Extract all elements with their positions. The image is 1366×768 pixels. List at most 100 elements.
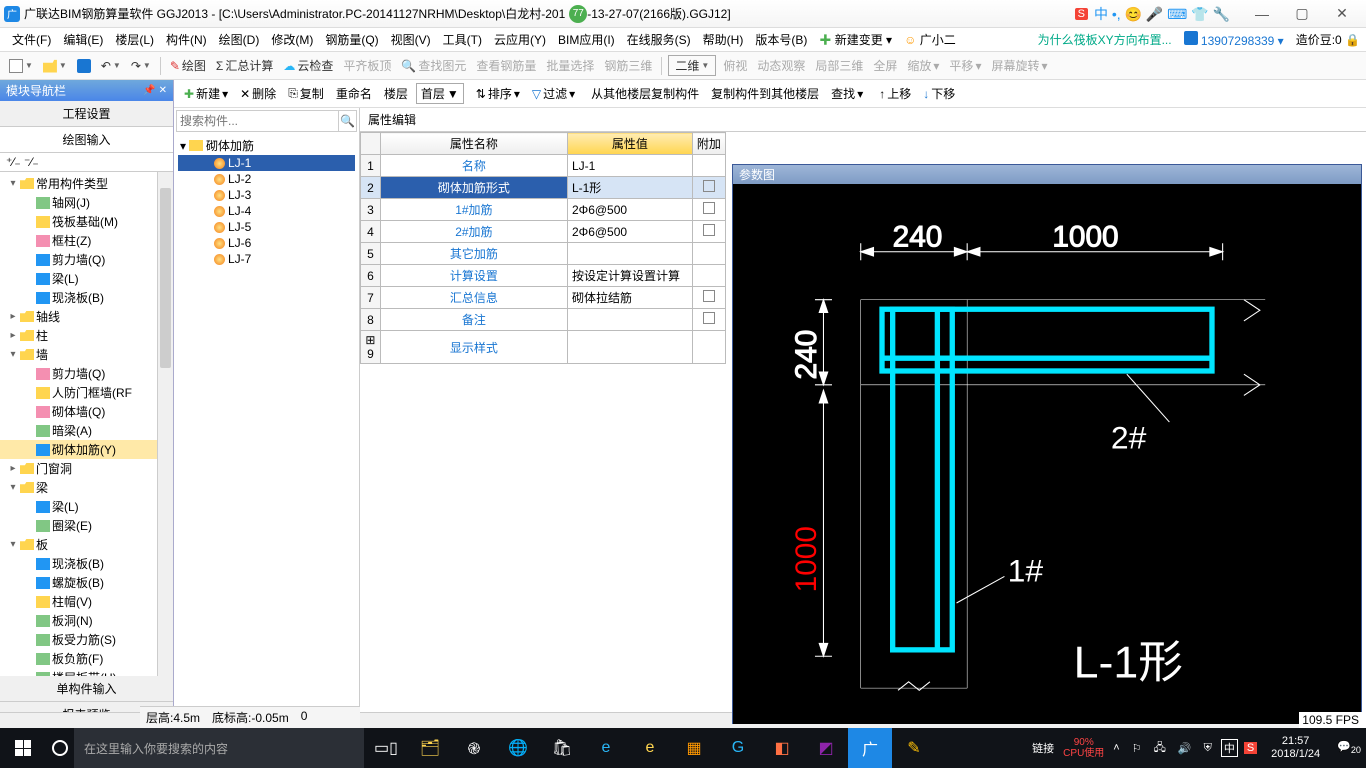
tree-node[interactable]: 板受力筋(S)	[0, 630, 173, 649]
prop-row[interactable]: 7汇总信息砌体拉结筋	[361, 287, 726, 309]
menu-item[interactable]: 视图(V)	[385, 30, 437, 50]
tree-node[interactable]: 楼层板带(H)	[0, 668, 173, 676]
list-item[interactable]: LJ-2	[178, 171, 355, 187]
tree-node[interactable]: 剪力墙(Q)	[0, 364, 173, 383]
menu-item[interactable]: BIM应用(I)	[552, 30, 621, 50]
tb-rotate[interactable]: 屏幕旋转 ▾	[988, 55, 1050, 76]
tab-draw-input[interactable]: 绘图输入	[0, 127, 173, 153]
tree-node[interactable]: ▸ 柱	[0, 326, 173, 345]
tb-pan[interactable]: 平移 ▾	[946, 55, 984, 76]
list-root[interactable]: ▾ 砌体加筋	[178, 136, 355, 155]
app6-icon[interactable]: ✎	[892, 728, 936, 768]
cpu-meter[interactable]: 90%CPU使用	[1063, 737, 1104, 759]
tree-node[interactable]: ▸ 轴线	[0, 307, 173, 326]
tree-node[interactable]: ▾ 板	[0, 535, 173, 554]
nav-tree[interactable]: ▾ 常用构件类型 轴网(J) 筏板基础(M) 框柱(Z) 剪力墙(Q) 梁(L)…	[0, 172, 173, 676]
menu-item[interactable]: 修改(M)	[265, 30, 319, 50]
tb-dynamic[interactable]: 动态观察	[754, 55, 808, 76]
prop-row[interactable]: 5其它加筋	[361, 243, 726, 265]
pin-icon[interactable]: 📌 ✕	[143, 85, 167, 96]
list-item[interactable]: LJ-1	[178, 155, 355, 171]
tb-viewsteel[interactable]: 查看钢筋量	[473, 55, 539, 76]
tray-flag-icon[interactable]: ⚐	[1129, 742, 1145, 755]
menu-item[interactable]: 钢筋量(Q)	[319, 30, 384, 50]
tree-node[interactable]: 人防门框墙(RF	[0, 383, 173, 402]
menu-item[interactable]: 版本号(B)	[749, 30, 813, 50]
tray-up-icon[interactable]: ˄	[1110, 742, 1122, 754]
list-item[interactable]: LJ-3	[178, 187, 355, 203]
prop-row[interactable]: ⊞ 9显示样式	[361, 331, 726, 364]
tree-node[interactable]: 螺旋板(B)	[0, 573, 173, 592]
app4-icon[interactable]: ◩	[804, 728, 848, 768]
account-phone[interactable]: 13907298339 ▾	[1184, 31, 1284, 48]
tray-sogou-icon[interactable]: S	[1244, 742, 1257, 754]
tb-local3d[interactable]: 局部三维	[812, 55, 866, 76]
app5-icon[interactable]: 广	[848, 728, 892, 768]
app1-icon[interactable]: ▦	[672, 728, 716, 768]
tree-node[interactable]: ▾ 梁	[0, 478, 173, 497]
tray-vol-icon[interactable]: 🔊	[1175, 742, 1195, 755]
tb-save[interactable]	[74, 57, 94, 75]
tree-node[interactable]: ▾ 墙	[0, 345, 173, 364]
tab-single-input[interactable]: 单构件输入	[0, 676, 173, 702]
minimize-button[interactable]: —	[1242, 3, 1282, 25]
diagram-canvas[interactable]: 240 1000 240 1000	[733, 184, 1361, 724]
tree-node[interactable]: 剪力墙(Q)	[0, 250, 173, 269]
ie-icon[interactable]: e	[628, 728, 672, 768]
tray-notif[interactable]: 💬20	[1334, 740, 1364, 755]
tree-node[interactable]: 现浇板(B)	[0, 288, 173, 307]
store-icon[interactable]: 🛍	[540, 728, 584, 768]
close-button[interactable]: ✕	[1322, 3, 1362, 25]
tb-open[interactable]: ▼	[40, 57, 70, 75]
tree-node[interactable]: ▾ 常用构件类型	[0, 174, 173, 193]
property-table[interactable]: 属性名称 属性值 附加 1名称LJ-12砌体加筋形式L-1形31#加筋2Φ6@5…	[360, 132, 726, 364]
explorer-icon[interactable]: 🗂	[408, 728, 452, 768]
menu-item[interactable]: 构件(N)	[160, 30, 213, 50]
tb-undo[interactable]: ↶▼	[98, 57, 124, 75]
app2-icon[interactable]: G	[716, 728, 760, 768]
tray-ime[interactable]: 中	[1221, 739, 1238, 757]
list-item[interactable]: LJ-5	[178, 219, 355, 235]
tb-zoom[interactable]: 缩放 ▾	[904, 55, 942, 76]
browser-icon[interactable]: 🌐	[496, 728, 540, 768]
tb-new[interactable]: ▼	[6, 57, 36, 75]
tree-scrollbar[interactable]	[157, 172, 173, 676]
tb-redo[interactable]: ↷▼	[128, 57, 154, 75]
menu-item[interactable]: 楼层(L)	[109, 30, 160, 50]
search-input[interactable]	[177, 111, 338, 131]
menu-user[interactable]: ☺ 广小二	[898, 28, 962, 51]
collapse-icon[interactable]: ⁻⁄₋	[24, 155, 39, 169]
menu-item[interactable]: 工具(T)	[437, 30, 488, 50]
tree-node[interactable]: 暗梁(A)	[0, 421, 173, 440]
tray-clock[interactable]: 21:572018/1/24	[1263, 735, 1328, 761]
tb-cloud[interactable]: ☁云检查	[280, 55, 336, 76]
tb-fullscreen[interactable]: 全屏	[870, 55, 900, 76]
prop-row[interactable]: 6计算设置按设定计算设置计算	[361, 265, 726, 287]
tree-node[interactable]: 梁(L)	[0, 497, 173, 516]
sogou-icon[interactable]: S	[1075, 8, 1088, 20]
list-item[interactable]: LJ-4	[178, 203, 355, 219]
start-button[interactable]	[0, 728, 46, 768]
tree-node[interactable]: 现浇板(B)	[0, 554, 173, 573]
tb-batch[interactable]: 批量选择	[543, 55, 597, 76]
swirl-icon[interactable]: ֎	[452, 728, 496, 768]
tb-find[interactable]: 🔍查找图元	[398, 55, 469, 76]
task-view-icon[interactable]: ▭▯	[364, 728, 408, 768]
menu-item[interactable]: 编辑(E)	[57, 30, 109, 50]
list-item[interactable]: LJ-7	[178, 251, 355, 267]
tree-node[interactable]: 砌体加筋(Y)	[0, 440, 173, 459]
tab-project-settings[interactable]: 工程设置	[0, 101, 173, 127]
prop-row[interactable]: 2砌体加筋形式L-1形	[361, 177, 726, 199]
tree-node[interactable]: 柱帽(V)	[0, 592, 173, 611]
maximize-button[interactable]: ▢	[1282, 3, 1322, 25]
tb-steel3d[interactable]: 钢筋三维	[601, 55, 655, 76]
tree-node[interactable]: 梁(L)	[0, 269, 173, 288]
prop-row[interactable]: 42#加筋2Φ6@500	[361, 221, 726, 243]
menu-item[interactable]: 文件(F)	[6, 30, 57, 50]
tree-node[interactable]: 框柱(Z)	[0, 231, 173, 250]
tray-link[interactable]: 链接	[1029, 740, 1057, 756]
ime-status-icon[interactable]: 中 •, 😊 🎤 ⌨ 👕 🔧	[1094, 4, 1230, 24]
cortana-button[interactable]	[46, 740, 74, 756]
menu-item[interactable]: 云应用(Y)	[488, 30, 552, 50]
hint-link[interactable]: 为什么筏板XY方向布置...	[1038, 31, 1172, 48]
